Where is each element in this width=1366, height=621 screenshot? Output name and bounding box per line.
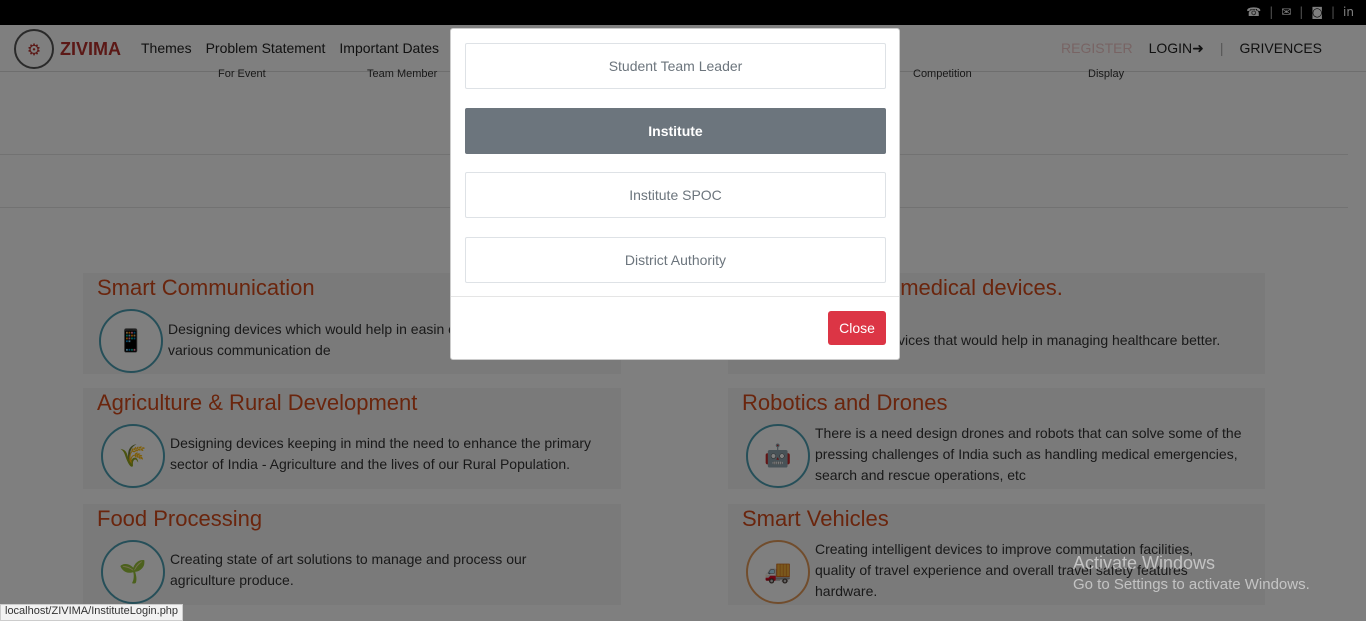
option-student-team-leader[interactable]: Student Team Leader — [465, 43, 886, 89]
modal-footer: Close — [451, 296, 899, 360]
close-button[interactable]: Close — [828, 311, 886, 345]
option-institute[interactable]: Institute — [465, 108, 886, 154]
login-role-modal: Student Team Leader Institute Institute … — [450, 28, 900, 360]
activation-watermark: Activate Windows Go to Settings to activ… — [1073, 553, 1310, 593]
watermark-title: Activate Windows — [1073, 553, 1216, 573]
option-district-authority[interactable]: District Authority — [465, 237, 886, 283]
option-institute-spoc[interactable]: Institute SPOC — [465, 172, 886, 218]
watermark-subtitle: Go to Settings to activate Windows. — [1073, 576, 1310, 593]
status-url: localhost/ZIVIMA/InstituteLogin.php — [0, 604, 184, 621]
